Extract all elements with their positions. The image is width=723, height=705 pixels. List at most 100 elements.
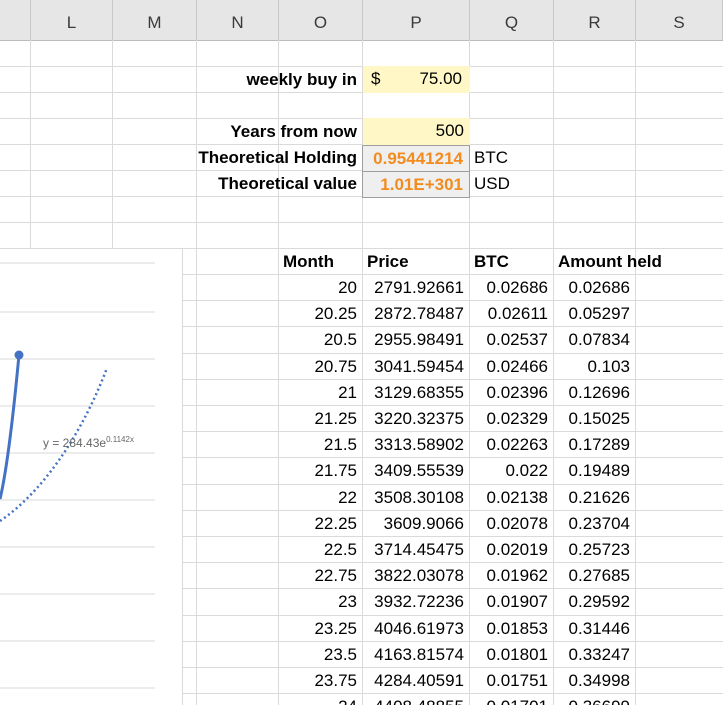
- cell-btc[interactable]: 0.02466: [470, 354, 554, 380]
- column-header-r[interactable]: R: [554, 0, 636, 40]
- cell-btc[interactable]: 0.02396: [470, 380, 554, 406]
- cell-btc[interactable]: 0.02138: [470, 485, 554, 511]
- cell-price[interactable]: 4046.61973: [363, 616, 470, 642]
- cell-btc[interactable]: 0.02263: [470, 432, 554, 458]
- cell-price[interactable]: 3609.9066: [363, 511, 470, 537]
- column-header-bar: L M N O P Q R S: [0, 0, 723, 41]
- cell-btc[interactable]: 0.02019: [470, 537, 554, 563]
- cell-month[interactable]: 23.25: [279, 616, 363, 642]
- column-header-n[interactable]: N: [197, 0, 279, 40]
- cell-price[interactable]: 4284.40591: [363, 668, 470, 694]
- cell-month[interactable]: 20.25: [279, 301, 363, 327]
- cell-month[interactable]: 23.5: [279, 642, 363, 668]
- column-header-blank[interactable]: [0, 0, 31, 40]
- cell-month[interactable]: 21.75: [279, 458, 363, 484]
- holding-value[interactable]: 0.95441214: [362, 145, 470, 172]
- cell-amount-held[interactable]: 0.103: [554, 354, 636, 380]
- cell-month[interactable]: 20.75: [279, 354, 363, 380]
- cell-btc[interactable]: 0.01751: [470, 668, 554, 694]
- cell-btc[interactable]: 0.01962: [470, 563, 554, 589]
- weekly-buy-in-cell[interactable]: $ 75.00: [363, 66, 470, 93]
- holding-label: Theoretical Holding: [198, 148, 357, 167]
- cell-price[interactable]: 4408.48855: [363, 694, 470, 705]
- cell-price[interactable]: 2791.92661: [363, 275, 470, 301]
- years-label: Years from now: [230, 122, 357, 141]
- grid-line: [0, 222, 723, 223]
- cell-month[interactable]: 23: [279, 589, 363, 615]
- cell-month[interactable]: 22.75: [279, 563, 363, 589]
- cell-btc[interactable]: 0.01801: [470, 642, 554, 668]
- cell-btc[interactable]: 0.01853: [470, 616, 554, 642]
- cell-month[interactable]: 22.25: [279, 511, 363, 537]
- column-header-m[interactable]: M: [113, 0, 197, 40]
- value-unit: USD: [474, 174, 510, 193]
- cell-month[interactable]: 24: [279, 694, 363, 705]
- cell-month[interactable]: 21.25: [279, 406, 363, 432]
- cell-amount-held[interactable]: 0.29592: [554, 589, 636, 615]
- cell-month[interactable]: 22.5: [279, 537, 363, 563]
- cell-amount-held[interactable]: 0.31446: [554, 616, 636, 642]
- cell-amount-held[interactable]: 0.27685: [554, 563, 636, 589]
- cell-price[interactable]: 3822.03078: [363, 563, 470, 589]
- trendline-equation: y = 284.43e0.1142x: [43, 435, 134, 450]
- cell-price[interactable]: 4163.81574: [363, 642, 470, 668]
- cell-amount-held[interactable]: 0.19489: [554, 458, 636, 484]
- column-header-o[interactable]: O: [279, 0, 363, 40]
- cell-amount-held[interactable]: 0.12696: [554, 380, 636, 406]
- cell-price[interactable]: 3409.55539: [363, 458, 470, 484]
- cell-amount-held[interactable]: 0.23704: [554, 511, 636, 537]
- cell-btc[interactable]: 0.02329: [470, 406, 554, 432]
- column-header-l[interactable]: L: [31, 0, 113, 40]
- cell-month[interactable]: 20: [279, 275, 363, 301]
- cell-amount-held[interactable]: 0.34998: [554, 668, 636, 694]
- cell-month[interactable]: 20.5: [279, 327, 363, 353]
- table-header-btc[interactable]: BTC: [470, 249, 554, 275]
- cell-btc[interactable]: 0.02537: [470, 327, 554, 353]
- cell-btc[interactable]: 0.022: [470, 458, 554, 484]
- column-header-s[interactable]: S: [636, 0, 723, 40]
- value-value[interactable]: 1.01E+301: [362, 171, 470, 198]
- cell-amount-held[interactable]: 0.07834: [554, 327, 636, 353]
- cell-price[interactable]: 3313.58902: [363, 432, 470, 458]
- cell-amount-held[interactable]: 0.02686: [554, 275, 636, 301]
- cell-price[interactable]: 3714.45475: [363, 537, 470, 563]
- spreadsheet: L M N O P Q R S weekly buy in $ 75.00 Ye…: [0, 0, 723, 705]
- years-value[interactable]: 500: [363, 118, 470, 145]
- data-point-marker: [14, 350, 24, 360]
- table-header-month[interactable]: Month: [279, 249, 363, 275]
- table-header-price[interactable]: Price: [363, 249, 470, 275]
- weekly-buy-in-value: 75.00: [419, 69, 462, 88]
- cell-amount-held[interactable]: 0.05297: [554, 301, 636, 327]
- cell-month[interactable]: 23.75: [279, 668, 363, 694]
- column-header-q[interactable]: Q: [470, 0, 554, 40]
- cell-amount-held[interactable]: 0.17289: [554, 432, 636, 458]
- cell-price[interactable]: 3932.72236: [363, 589, 470, 615]
- cell-month[interactable]: 22: [279, 485, 363, 511]
- cell-amount-held[interactable]: 0.36699: [554, 694, 636, 705]
- chart-plot: [0, 262, 155, 689]
- trendline-chart[interactable]: y = 284.43e0.1142x: [0, 249, 183, 705]
- cell-price[interactable]: 3129.68355: [363, 380, 470, 406]
- cell-price[interactable]: 2872.78487: [363, 301, 470, 327]
- weekly-buy-in-label: weekly buy in: [246, 70, 357, 89]
- column-header-p[interactable]: P: [363, 0, 470, 40]
- value-label: Theoretical value: [218, 174, 357, 193]
- cell-amount-held[interactable]: 0.15025: [554, 406, 636, 432]
- cell-price[interactable]: 3508.30108: [363, 485, 470, 511]
- cell-btc[interactable]: 0.02078: [470, 511, 554, 537]
- cell-btc[interactable]: 0.02611: [470, 301, 554, 327]
- holding-unit: BTC: [474, 148, 508, 167]
- cell-month[interactable]: 21: [279, 380, 363, 406]
- currency-symbol: $: [371, 69, 381, 88]
- cell-btc[interactable]: 0.01907: [470, 589, 554, 615]
- cell-amount-held[interactable]: 0.21626: [554, 485, 636, 511]
- cell-price[interactable]: 3220.32375: [363, 406, 470, 432]
- cell-amount-held[interactable]: 0.25723: [554, 537, 636, 563]
- cell-btc[interactable]: 0.01701: [470, 694, 554, 705]
- cell-price[interactable]: 3041.59454: [363, 354, 470, 380]
- cell-month[interactable]: 21.5: [279, 432, 363, 458]
- cell-amount-held[interactable]: 0.33247: [554, 642, 636, 668]
- cell-price[interactable]: 2955.98491: [363, 327, 470, 353]
- table-header-amount-held[interactable]: Amount held: [554, 249, 674, 275]
- cell-btc[interactable]: 0.02686: [470, 275, 554, 301]
